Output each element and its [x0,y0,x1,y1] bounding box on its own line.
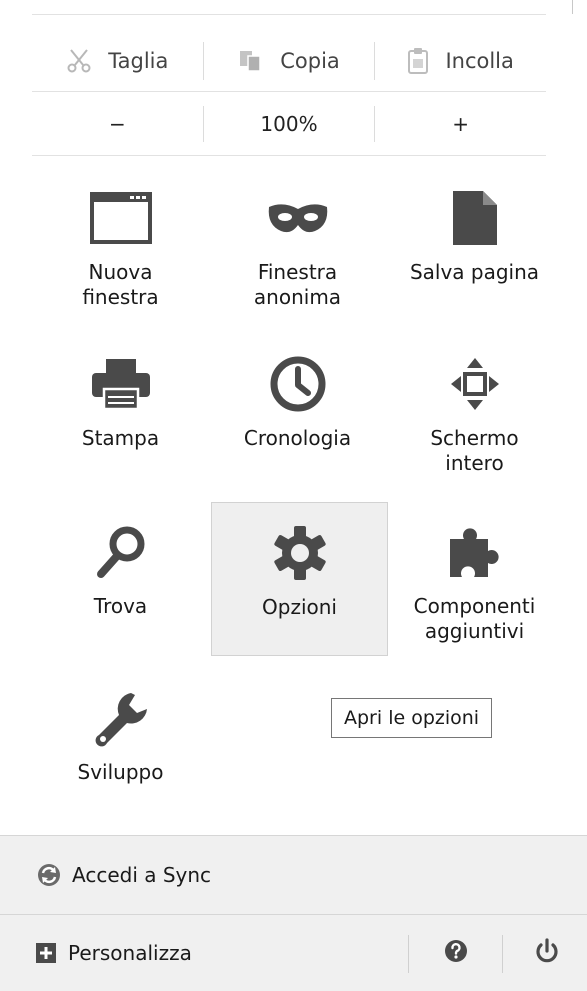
zoom-out-button[interactable]: − [32,102,203,146]
customize-button[interactable]: Personalizza [36,915,192,991]
print-button[interactable]: Stampa [32,334,209,488]
save-page-button[interactable]: Salva pagina [386,168,563,322]
cut-label: Taglia [108,49,169,73]
search-icon [32,522,209,582]
private-window-button[interactable]: Finestra anonima [209,168,386,322]
tile-label: Componenti aggiuntivi [413,594,536,643]
history-button[interactable]: Cronologia [209,334,386,488]
wrench-icon [32,688,209,748]
zoom-controls: − 100% + [32,102,546,146]
cut-button[interactable]: Taglia [32,38,203,84]
footer-bottom-bar: Personalizza [0,915,587,991]
quit-button[interactable] [517,915,577,991]
addons-button[interactable]: Componenti aggiuntivi [386,502,563,656]
plus-box-icon [36,943,56,963]
save-page-icon [386,188,563,248]
options-button[interactable]: Opzioni [211,502,388,656]
copy-icon [238,48,264,74]
sync-icon [36,862,62,888]
top-edge-tick [572,0,573,14]
options-tooltip: Apri le opzioni [331,698,493,738]
printer-icon [32,354,209,414]
find-button[interactable]: Trova [32,502,209,656]
power-icon [534,938,560,968]
tile-label: Nuova finestra [82,260,159,309]
zoom-divider [32,155,546,156]
top-divider [32,14,546,15]
help-icon [444,939,468,967]
tile-label: Salva pagina [409,260,540,284]
edit-divider [32,91,546,92]
sync-label: Accedi a Sync [72,863,212,887]
puzzle-icon [386,522,563,582]
tile-label: Finestra anonima [253,260,342,309]
zoom-reset-button[interactable]: 100% [204,102,375,146]
developer-button[interactable]: Sviluppo [32,668,209,822]
history-clock-icon [209,354,386,414]
scissors-icon [66,48,92,74]
clipboard-icon [407,47,429,75]
tile-label: Trova [93,594,148,618]
copy-label: Copia [280,49,340,73]
copy-button[interactable]: Copia [204,38,375,84]
tile-label: Stampa [81,426,160,450]
footer-separator [502,935,503,973]
new-window-icon [32,188,209,248]
fullscreen-icon [386,354,563,414]
sync-button[interactable]: Accedi a Sync [0,836,587,914]
private-mask-icon [209,188,386,248]
tile-label: Schermo intero [430,426,519,475]
zoom-in-button[interactable]: + [375,102,546,146]
tile-label: Opzioni [262,595,337,619]
edit-controls: Taglia Copia Incolla [32,38,546,84]
footer-separator [408,935,409,973]
gear-icon [212,523,387,583]
customize-label: Personalizza [68,941,192,965]
fullscreen-button[interactable]: Schermo intero [386,334,563,488]
paste-button[interactable]: Incolla [375,38,546,84]
tile-label: Sviluppo [77,760,164,784]
new-window-button[interactable]: Nuova finestra [32,168,209,322]
help-button[interactable] [426,915,486,991]
paste-label: Incolla [445,49,514,73]
tile-label: Cronologia [243,426,352,450]
menu-footer: Accedi a Sync Personalizza [0,835,587,991]
